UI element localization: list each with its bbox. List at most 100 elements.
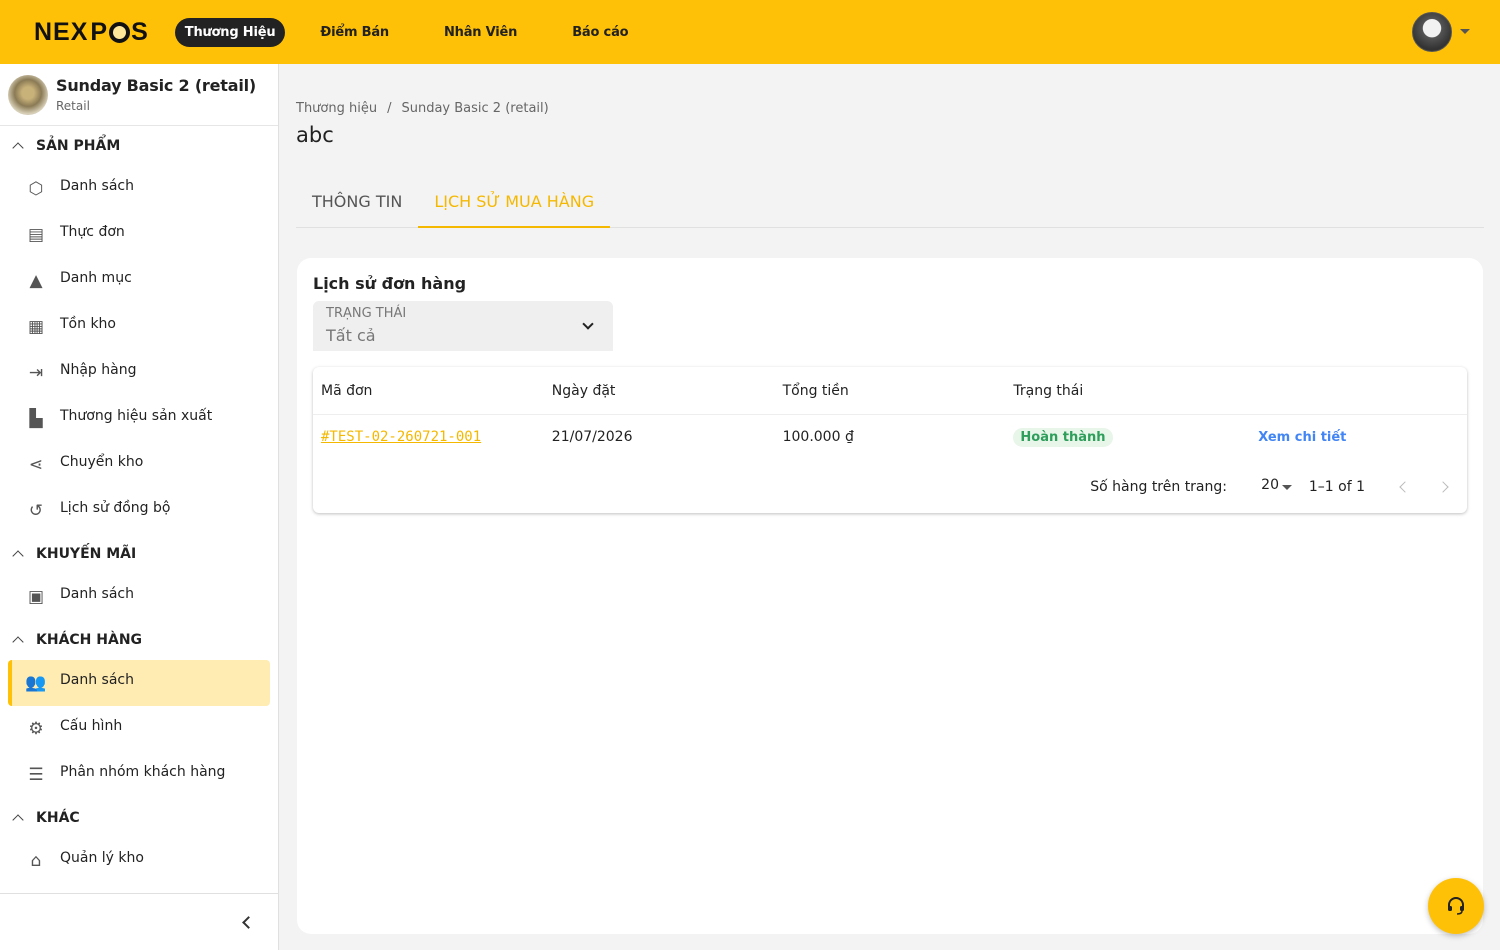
sidebar-item-label: Cấu hình: [60, 718, 123, 734]
breadcrumb-separator: /: [387, 101, 392, 116]
pagination: Số hàng trên trang: 20 1–1 of 1: [313, 467, 1467, 507]
page-range: 1–1 of 1: [1308, 479, 1365, 495]
store-avatar: [8, 74, 48, 115]
sidebar-item-label: Tồn kho: [60, 316, 116, 332]
sidebar-item-label: Danh mục: [60, 270, 132, 286]
sidebar-item-products[interactable]: ⬡ Danh sách: [8, 166, 270, 212]
tab-purchase-history[interactable]: LỊCH SỬ MUA HÀNG: [418, 183, 611, 228]
gear-icon: ⚙: [28, 719, 44, 739]
sidebar-item-label: Danh sách: [60, 672, 134, 688]
nav-thuong-hieu[interactable]: Thương Hiệu: [174, 17, 286, 47]
col-order-date[interactable]: Ngày đặt: [544, 383, 775, 399]
status-filter-select[interactable]: TRẠNG THÁI Tất cả: [313, 301, 613, 351]
nav-bao-cao[interactable]: Báo cáo: [562, 18, 638, 47]
user-avatar[interactable]: [1412, 12, 1452, 52]
sidebar-item-label: Danh sách: [60, 586, 134, 602]
col-status[interactable]: Trạng thái: [1005, 383, 1236, 399]
sidebar-item-label: Chuyển kho: [60, 454, 144, 470]
section-label: KHÁCH HÀNG: [36, 632, 143, 648]
sidebar-item-label: Thực đơn: [60, 224, 125, 240]
next-page-icon[interactable]: [1437, 481, 1449, 493]
chevron-up-icon: [12, 636, 24, 648]
user-menu-caret-icon[interactable]: [1460, 29, 1470, 34]
page-title: abc: [296, 123, 334, 147]
sidebar-item-label: Phân nhóm khách hàng: [60, 764, 226, 780]
sort-lines-icon: ☰: [28, 765, 44, 785]
rows-per-page-select[interactable]: 20: [1261, 477, 1279, 493]
sidebar: Sunday Basic 2 (retail) Retail SẢN PHẨM …: [0, 64, 279, 950]
tab-info[interactable]: THÔNG TIN: [296, 183, 418, 228]
section-khac[interactable]: KHÁC: [0, 798, 278, 838]
factory-icon: ▙: [29, 409, 43, 429]
col-total[interactable]: Tổng tiền: [775, 383, 1006, 399]
status-filter-value: Tất cả: [326, 326, 376, 345]
order-code-link[interactable]: #TEST-02-260721-001: [321, 429, 481, 445]
store-header[interactable]: Sunday Basic 2 (retail) Retail: [0, 64, 278, 126]
sidebar-item-manufacturers[interactable]: ▙ Thương hiệu sản xuất: [8, 396, 270, 442]
table-header: Mã đơn Ngày đặt Tổng tiền Trạng thái: [313, 367, 1467, 415]
section-san-pham[interactable]: SẢN PHẨM: [0, 126, 278, 166]
order-date: 21/07/2026: [551, 429, 633, 445]
sidebar-item-menu[interactable]: ▤ Thực đơn: [8, 212, 270, 258]
view-detail-link[interactable]: Xem chi tiết: [1244, 430, 1346, 445]
warehouse-icon: ▦: [27, 317, 45, 337]
sidebar-item-customers[interactable]: 👥 Danh sách: [8, 660, 270, 706]
share-icon: ⋖: [28, 455, 44, 475]
sidebar-item-promotions[interactable]: ▣ Danh sách: [8, 574, 270, 620]
chevron-down-icon: [582, 318, 594, 330]
main-content: Thương hiệu / Sunday Basic 2 (retail) ab…: [296, 64, 1484, 934]
sidebar-item-categories[interactable]: ▲ Danh mục: [8, 258, 270, 304]
sidebar-item-settings[interactable]: ⚙ Cấu hình: [8, 706, 270, 752]
top-bar: NEX P S Thương Hiệu Điểm Bán Nhân Viên Báo…: [0, 0, 1500, 64]
headset-icon: [1448, 897, 1464, 915]
sidebar-item-label: Danh sách: [60, 178, 134, 194]
col-order-code[interactable]: Mã đơn: [313, 383, 544, 399]
sidebar-item-warehouse[interactable]: ⌂ Quản lý kho: [8, 838, 270, 884]
breadcrumb-brand[interactable]: Thương hiệu: [296, 101, 377, 116]
top-nav: Thương Hiệu Điểm Bán Nhân Viên Báo cáo: [174, 17, 654, 47]
sidebar-item-import[interactable]: ⇥ Nhập hàng: [8, 350, 270, 396]
sidebar-item-label: Nhập hàng: [60, 362, 137, 378]
status-filter-label: TRẠNG THÁI: [326, 306, 407, 321]
chevron-up-icon: [12, 814, 24, 826]
chevron-up-icon: [12, 142, 24, 154]
sidebar-item-label: Lịch sử đồng bộ: [60, 500, 171, 516]
tabs: THÔNG TIN LỊCH SỬ MUA HÀNG: [296, 183, 1484, 228]
support-chat-button[interactable]: [1428, 878, 1484, 934]
sidebar-item-inventory[interactable]: ▦ Tồn kho: [8, 304, 270, 350]
import-icon: ⇥: [28, 363, 44, 383]
sidebar-item-sync-history[interactable]: ↺ Lịch sử đồng bộ: [8, 488, 270, 534]
gift-card-icon: ▣: [27, 587, 45, 607]
logo-o-icon: [109, 21, 131, 43]
card-title: Lịch sử đơn hàng: [313, 274, 467, 293]
section-label: SẢN PHẨM: [36, 138, 121, 154]
cube-icon: ⬡: [28, 179, 44, 199]
chevron-up-icon: [12, 550, 24, 562]
breadcrumb: Thương hiệu / Sunday Basic 2 (retail): [296, 101, 1484, 116]
nav-nhan-vien[interactable]: Nhân Viên: [434, 18, 527, 47]
sidebar-item-customer-groups[interactable]: ☰ Phân nhóm khách hàng: [8, 752, 270, 798]
breadcrumb-store[interactable]: Sunday Basic 2 (retail): [401, 101, 548, 116]
sidebar-footer: [0, 893, 279, 950]
collapse-sidebar-icon[interactable]: [242, 916, 255, 929]
prev-page-icon[interactable]: [1399, 481, 1411, 493]
nav-diem-ban[interactable]: Điểm Bán: [310, 18, 399, 47]
rows-per-page-label: Số hàng trên trang:: [1090, 479, 1227, 495]
nexpos-logo[interactable]: NEX P S: [34, 18, 149, 47]
sidebar-item-transfer[interactable]: ⋖ Chuyển kho: [8, 442, 270, 488]
store-name: Sunday Basic 2 (retail): [56, 76, 257, 95]
order-total: 100.000 ₫: [782, 429, 854, 445]
sidebar-item-label: Thương hiệu sản xuất: [60, 408, 213, 424]
store-type: Retail: [56, 99, 90, 113]
section-khuyen-mai[interactable]: KHUYẾN MÃI: [0, 534, 278, 574]
section-label: KHUYẾN MÃI: [36, 546, 137, 562]
rows-per-page-caret-icon[interactable]: [1282, 485, 1292, 490]
history-icon: ↺: [28, 501, 44, 521]
category-icon: ▲: [29, 271, 43, 291]
orders-table: Mã đơn Ngày đặt Tổng tiền Trạng thái #TE…: [313, 367, 1467, 513]
status-badge: Hoàn thành: [1013, 427, 1113, 447]
people-icon: 👥: [25, 673, 47, 693]
section-label: KHÁC: [36, 810, 80, 826]
section-khach-hang[interactable]: KHÁCH HÀNG: [0, 620, 278, 660]
table-row: #TEST-02-260721-001 21/07/2026 100.000 ₫…: [313, 415, 1467, 459]
